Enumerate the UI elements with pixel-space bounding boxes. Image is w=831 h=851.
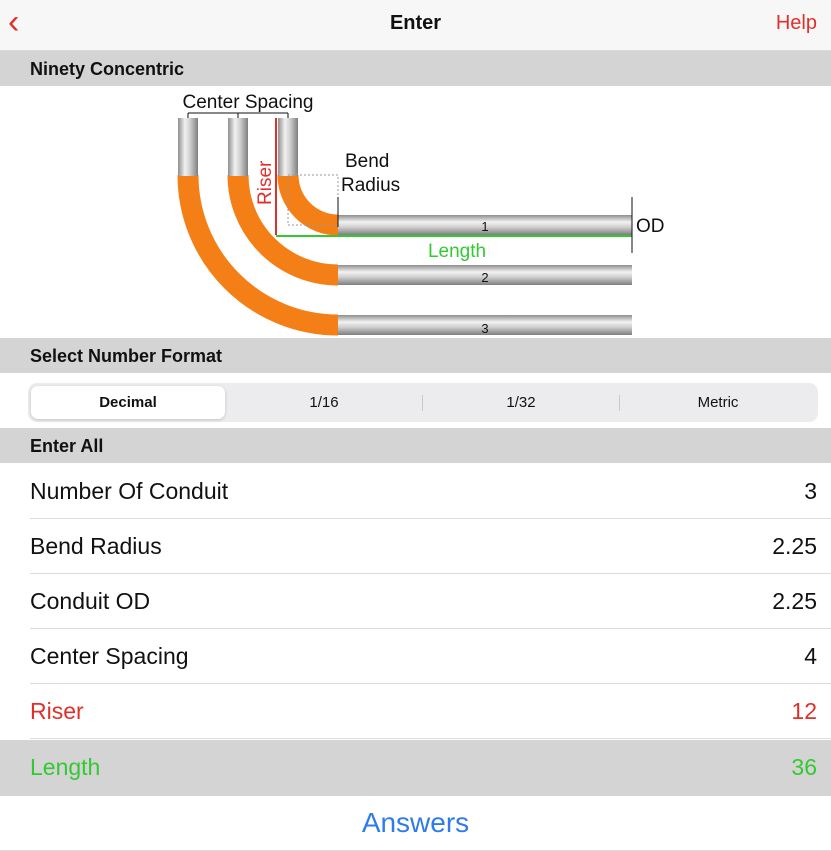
segment-divider	[619, 395, 620, 411]
section-title: Enter All	[30, 436, 104, 456]
bend-label: Bend	[345, 151, 389, 172]
segment-1-32[interactable]: 1/32	[424, 386, 618, 419]
row-riser[interactable]: Riser 12	[0, 684, 831, 739]
row-divider	[30, 738, 831, 739]
segment-divider	[422, 395, 423, 411]
segment-decimal[interactable]: Decimal	[31, 386, 225, 419]
conduit-bend-diagram: Center Spacing 1 2 3 Riser Bend Radius L…	[177, 92, 665, 336]
field-value[interactable]: 12	[791, 698, 817, 725]
pipe-number-1: 1	[481, 219, 488, 234]
page-title: Enter	[389, 12, 442, 34]
pipe-riser-2	[228, 118, 248, 176]
field-label: Riser	[30, 698, 84, 724]
pipe-number-3: 3	[481, 321, 488, 336]
row-number-of-conduit[interactable]: Number Of Conduit 3	[0, 464, 831, 519]
row-bend-radius[interactable]: Bend Radius 2.25	[0, 519, 831, 574]
field-value[interactable]: 2.25	[772, 588, 817, 615]
pipe-number-2: 2	[481, 270, 488, 285]
answers-label: Answers	[361, 807, 470, 838]
section-header-format: Select Number Format	[0, 338, 831, 373]
field-label: Number Of Conduit	[30, 478, 229, 504]
section-header-enter-all: Enter All	[0, 428, 831, 463]
riser-label: Riser	[255, 160, 276, 205]
pipe-riser-3	[178, 118, 198, 176]
bend-1	[277, 174, 339, 236]
section-title: Select Number Format	[30, 346, 223, 366]
answers-button[interactable]: Answers	[0, 796, 831, 851]
field-value[interactable]: 2.25	[772, 533, 817, 560]
length-label: Length	[428, 241, 486, 262]
field-value[interactable]: 4	[804, 643, 817, 670]
field-label: Center Spacing	[30, 643, 189, 669]
field-label: Conduit OD	[30, 588, 151, 614]
field-value[interactable]: 36	[791, 754, 817, 781]
segment-1-16[interactable]: 1/16	[227, 386, 421, 419]
center-spacing-label: Center Spacing	[183, 92, 314, 113]
navigation-bar: ‹ Enter Help	[0, 0, 831, 51]
row-conduit-od[interactable]: Conduit OD 2.25	[0, 574, 831, 629]
od-label: OD	[636, 216, 665, 237]
pipe-riser-1	[278, 118, 298, 176]
field-value[interactable]: 3	[804, 478, 817, 505]
row-length[interactable]: Length 36	[0, 740, 831, 796]
segment-metric[interactable]: Metric	[621, 386, 815, 419]
number-format-segmented-control: Decimal 1/16 1/32 Metric	[28, 383, 818, 422]
section-header-diagram: Ninety Concentric	[0, 51, 831, 86]
radius-label: Radius	[341, 175, 400, 196]
field-label: Length	[30, 754, 101, 780]
field-label: Bend Radius	[30, 533, 162, 559]
help-button[interactable]: Help	[776, 12, 817, 35]
section-title: Ninety Concentric	[30, 59, 185, 79]
row-center-spacing[interactable]: Center Spacing 4	[0, 629, 831, 684]
